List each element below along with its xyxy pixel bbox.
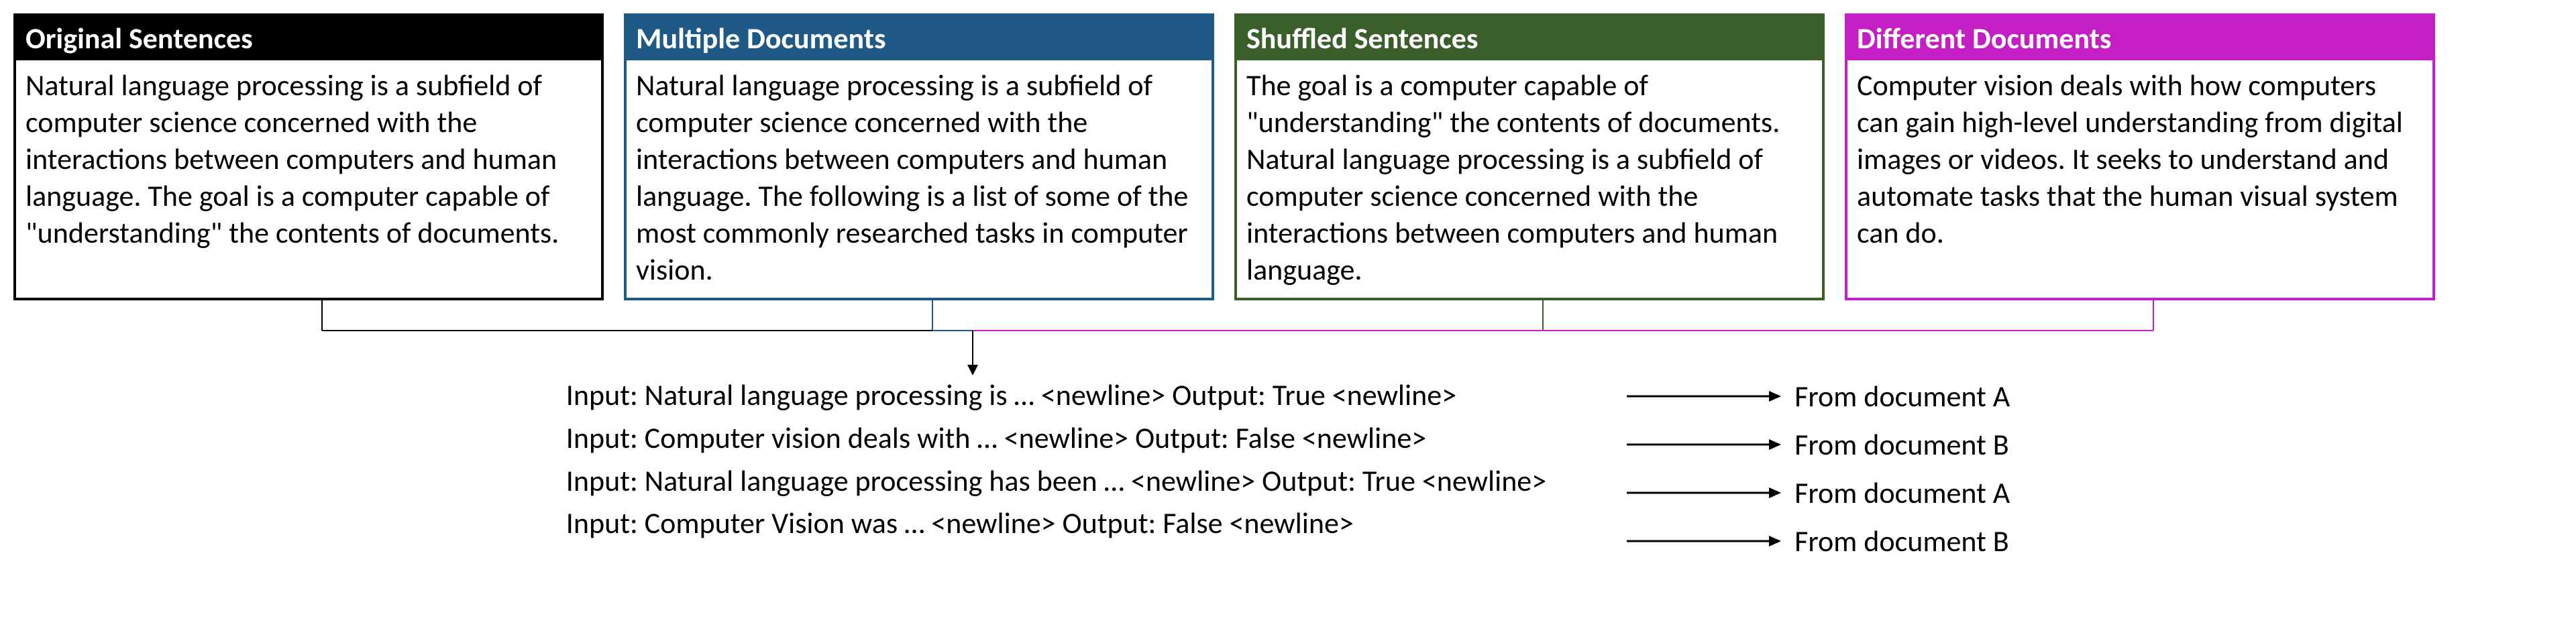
box-body: The goal is a computer capable of "under… (1237, 60, 1822, 298)
box-body: Natural language processing is a subfiel… (627, 60, 1212, 298)
arrow-right-icon (1627, 533, 1781, 549)
box-shuffled-sentences: Shuffled Sentences The goal is a compute… (1234, 13, 1825, 300)
arrow-row: From document A (1627, 475, 2010, 511)
box-header: Multiple Documents (627, 16, 1212, 60)
bottom-content: Input: Natural language processing is … … (13, 374, 2563, 559)
arrow-right-icon (1627, 485, 1781, 501)
arrow-label: From document A (1794, 475, 2010, 511)
io-line: Input: Computer vision deals with … <new… (566, 417, 1546, 460)
box-body: Computer vision deals with how computers… (1847, 60, 2432, 261)
arrow-right-icon (1627, 436, 1781, 453)
box-body: Natural language processing is a subfiel… (16, 60, 601, 261)
box-header: Shuffled Sentences (1237, 16, 1822, 60)
box-multiple-documents: Multiple Documents Natural language proc… (624, 13, 1214, 300)
io-line: Input: Natural language processing has b… (566, 460, 1546, 503)
io-lines: Input: Natural language processing is … … (566, 374, 1546, 545)
box-different-documents: Different Documents Computer vision deal… (1845, 13, 2435, 300)
io-line: Input: Computer Vision was … <newline> O… (566, 502, 1546, 545)
arrow-right-icon (1627, 388, 1781, 404)
arrow-label: From document B (1794, 523, 2009, 559)
arrow-label: From document B (1794, 426, 2009, 463)
box-original-sentences: Original Sentences Natural language proc… (13, 13, 604, 300)
arrow-row: From document A (1627, 378, 2010, 414)
arrow-row: From document B (1627, 426, 2010, 463)
arrow-row: From document B (1627, 523, 2010, 559)
connector-lines (13, 300, 2563, 381)
boxes-row: Original Sentences Natural language proc… (13, 13, 2563, 300)
source-arrows: From document A From document B From doc… (1627, 374, 2010, 559)
box-header: Different Documents (1847, 16, 2432, 60)
box-header: Original Sentences (16, 16, 601, 60)
arrow-label: From document A (1794, 378, 2010, 414)
